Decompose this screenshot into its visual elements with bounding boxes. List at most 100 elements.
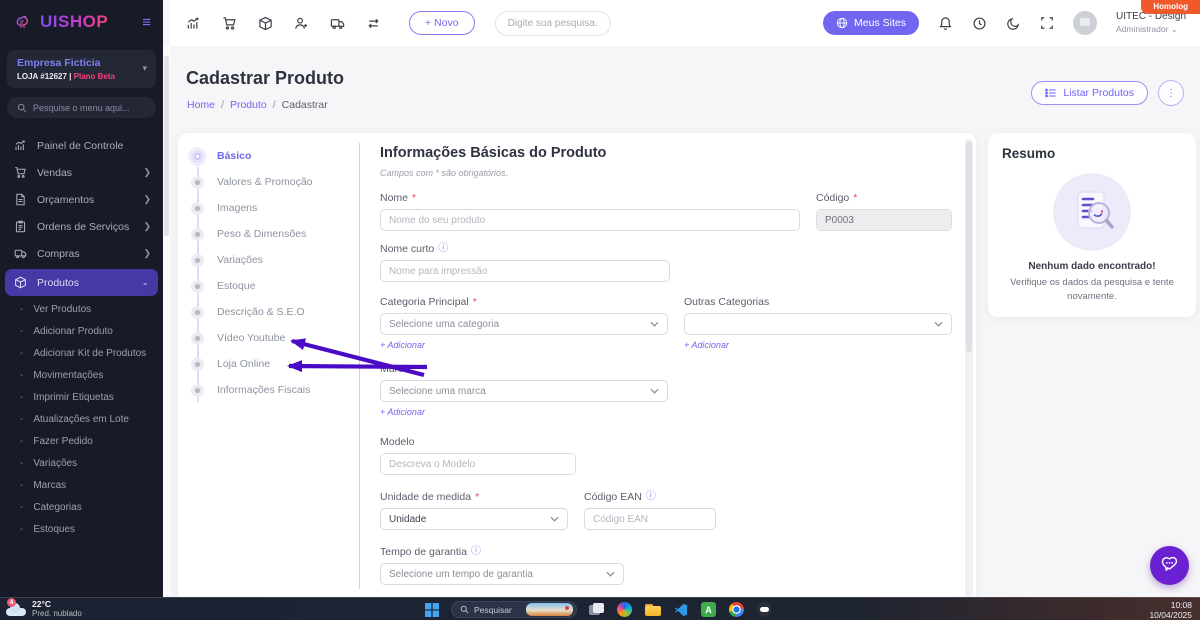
sidebar-subitem-estoques[interactable]: - Estoques xyxy=(0,518,163,540)
categoria-select[interactable]: Selecione uma categoria xyxy=(380,313,668,335)
package-icon[interactable] xyxy=(258,16,273,31)
sidebar-item-vendas[interactable]: Vendas ❯ xyxy=(0,159,163,186)
unidade-select[interactable]: Unidade xyxy=(380,508,568,530)
task-view-icon[interactable] xyxy=(588,601,605,618)
dark-mode-moon-icon[interactable] xyxy=(1006,16,1021,31)
sidebar-item-painel-de-controle[interactable]: Painel de Controle xyxy=(0,132,163,159)
sidebar-subitem-variacoes[interactable]: - Variações xyxy=(0,452,163,474)
adicionar-marca-link[interactable]: + Adicionar xyxy=(380,407,425,417)
windows-start-button[interactable] xyxy=(423,601,440,618)
sidebar-subitem-adicionar-produto[interactable]: - Adicionar Produto xyxy=(0,320,163,342)
ean-input[interactable] xyxy=(584,508,716,530)
step-estoque[interactable]: Estoque xyxy=(178,273,358,299)
nome-input[interactable] xyxy=(380,209,800,231)
taskbar-clock[interactable]: 10:08 10/04/2025 xyxy=(1149,600,1192,620)
novo-button[interactable]: + Novo xyxy=(409,11,475,35)
menu-label: Compras xyxy=(37,247,80,260)
page-scrollbar[interactable] xyxy=(163,46,170,597)
chevron-down-icon xyxy=(650,388,659,394)
file-explorer-icon[interactable] xyxy=(644,601,661,618)
scrollbar-thumb[interactable] xyxy=(164,56,169,236)
user-menu[interactable]: UITEC - Design Administrador ⌄ xyxy=(1116,11,1186,34)
sidebar-search-input[interactable]: Pesquise o menu aqui... xyxy=(7,97,156,118)
brand-logo: UISHOP xyxy=(40,12,109,31)
breadcrumb: Home / Produto / Cadastrar xyxy=(187,99,328,111)
discord-icon[interactable] xyxy=(756,601,773,618)
menu-label: Ordens de Serviços xyxy=(37,220,130,233)
outras-categorias-select[interactable] xyxy=(684,313,952,335)
sales-chart-icon[interactable] xyxy=(186,16,201,31)
info-icon[interactable]: ⓘ xyxy=(646,492,656,502)
sidebar-item-compras[interactable]: Compras ❯ xyxy=(0,240,163,267)
sidebar-item-ordens-de-servicos[interactable]: Ordens de Serviços ❯ xyxy=(0,213,163,240)
step-dot xyxy=(191,383,204,397)
form-note: Campos com * são obrigatórios. xyxy=(380,168,509,178)
notifications-bell-icon[interactable] xyxy=(938,16,953,31)
more-options-kebab-icon[interactable]: ⋮ xyxy=(1158,80,1184,106)
step-informacoes-fiscais[interactable]: Informações Fiscais xyxy=(178,377,358,403)
sidebar-subitem-adicionar-kit[interactable]: - Adicionar Kit de Produtos xyxy=(0,342,163,364)
chrome-icon[interactable] xyxy=(728,601,745,618)
company-selector[interactable]: Empresa Ficticia LOJA #12627 | Plano Bet… xyxy=(7,50,156,88)
step-imagens[interactable]: Imagens xyxy=(178,195,358,221)
sync-icon[interactable] xyxy=(366,16,381,31)
step-basico[interactable]: Básico xyxy=(178,143,358,169)
user-avatar[interactable] xyxy=(1072,11,1097,35)
nome-curto-input[interactable] xyxy=(380,260,670,282)
meus-sites-button[interactable]: Meus Sites xyxy=(823,11,919,35)
vscode-icon[interactable] xyxy=(672,601,689,618)
form-scrollbar[interactable] xyxy=(965,139,973,597)
breadcrumb-produto[interactable]: Produto xyxy=(230,99,267,111)
step-video-youtube[interactable]: Vídeo Youtube xyxy=(178,325,358,351)
cart-icon[interactable] xyxy=(222,16,237,31)
step-dot xyxy=(191,279,204,293)
listar-produtos-button[interactable]: Listar Produtos xyxy=(1031,81,1148,105)
sidebar-subitem-imprimir-etiquetas[interactable]: - Imprimir Etiquetas xyxy=(0,386,163,408)
garantia-select[interactable]: Selecione um tempo de garantia xyxy=(380,563,624,585)
sidebar-item-orcamentos[interactable]: Orçamentos ❯ xyxy=(0,186,163,213)
sidebar-subitem-marcas[interactable]: - Marcas xyxy=(0,474,163,496)
step-dot xyxy=(191,253,204,267)
sidebar-toggle-icon[interactable]: ≡ xyxy=(142,15,151,30)
step-valores-promocao[interactable]: Valores & Promoção xyxy=(178,169,358,195)
cloud-weather-icon: 4 xyxy=(6,597,26,616)
sidebar-subitem-fazer-pedido[interactable]: - Fazer Pedido xyxy=(0,430,163,452)
history-clock-icon[interactable] xyxy=(972,16,987,31)
sidebar-subitem-atualizacoes-em-lote[interactable]: - Atualizações em Lote xyxy=(0,408,163,430)
weather-widget[interactable]: 4 22°C Pred. nublado xyxy=(0,597,82,619)
breadcrumb-home[interactable]: Home xyxy=(187,99,215,111)
sidebar-item-produtos[interactable]: Produtos ⌄ xyxy=(5,269,158,296)
info-icon[interactable]: ⓘ xyxy=(438,244,448,254)
chevron-right-icon: ❯ xyxy=(143,221,151,231)
adicionar-outra-categoria-link[interactable]: + Adicionar xyxy=(684,340,729,350)
resumo-card: Resumo Nenhum dado encontrado! Verifique… xyxy=(988,133,1196,317)
support-chat-button[interactable] xyxy=(1150,546,1189,585)
sidebar-subitem-ver-produtos[interactable]: - Ver Produtos xyxy=(0,298,163,320)
scrollbar-thumb[interactable] xyxy=(966,141,972,352)
info-icon[interactable]: ⓘ xyxy=(471,547,481,557)
sidebar-menu: Painel de Controle Vendas ❯ Orçamentos ❯… xyxy=(0,132,163,540)
page-title: Cadastrar Produto xyxy=(186,68,345,88)
wizard-stepper: Básico Valores & Promoção Imagens Peso &… xyxy=(178,143,358,403)
document-icon xyxy=(16,193,25,206)
taskbar-search-box[interactable]: Pesquisar xyxy=(451,601,577,618)
step-loja-online[interactable]: Loja Online xyxy=(178,351,358,377)
windows-taskbar: 4 22°C Pred. nublado Pesquisar A 10:08 1… xyxy=(0,597,1200,620)
copilot-icon[interactable] xyxy=(616,601,633,618)
modelo-input[interactable] xyxy=(380,453,576,475)
step-variacoes[interactable]: Variações xyxy=(178,247,358,273)
translate-app-icon[interactable]: A xyxy=(700,601,717,618)
step-dot xyxy=(191,201,204,215)
global-search-input[interactable] xyxy=(494,10,611,36)
sidebar-subitem-categorias[interactable]: - Categorias xyxy=(0,496,163,518)
step-descricao-seo[interactable]: Descrição & S.E.O xyxy=(178,299,358,325)
delivery-truck-icon[interactable] xyxy=(330,16,345,31)
taskbar-search-placeholder: Pesquisar xyxy=(474,604,512,615)
adicionar-categoria-link[interactable]: + Adicionar xyxy=(380,340,425,350)
fullscreen-icon[interactable] xyxy=(1040,16,1054,30)
sidebar-subitem-movimentacoes[interactable]: - Movimentações xyxy=(0,364,163,386)
marca-select[interactable]: Selecione uma marca xyxy=(380,380,668,402)
add-user-icon[interactable] xyxy=(294,16,309,31)
list-icon xyxy=(1045,88,1057,98)
step-peso-dimensoes[interactable]: Peso & Dimensões xyxy=(178,221,358,247)
